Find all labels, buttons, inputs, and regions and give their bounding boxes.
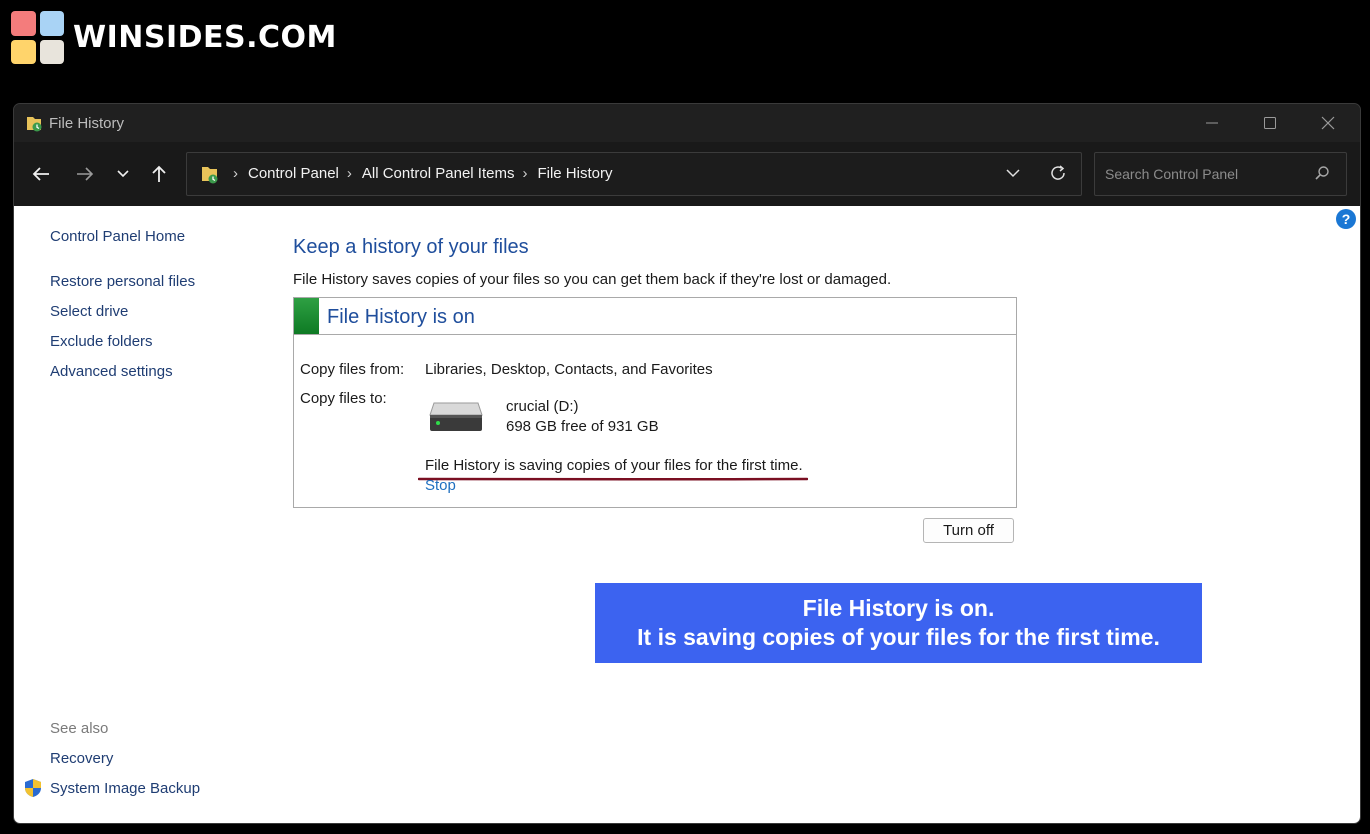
address-bar[interactable]: › Control Panel › All Control Panel Item… bbox=[186, 152, 1082, 196]
close-button[interactable] bbox=[1299, 104, 1357, 142]
title-bar: File History bbox=[14, 104, 1360, 142]
breadcrumb-separator: › bbox=[522, 165, 527, 182]
navigation-bar: › Control Panel › All Control Panel Item… bbox=[14, 142, 1360, 206]
content-area: ? Control Panel Home Restore personal fi… bbox=[14, 206, 1360, 823]
search-input[interactable]: Search Control Panel bbox=[1105, 166, 1238, 182]
turn-off-button[interactable]: Turn off bbox=[923, 518, 1014, 543]
file-history-window: File History bbox=[13, 103, 1361, 824]
logo-text: WINSIDES.COM bbox=[73, 20, 337, 55]
copy-from-label: Copy files from: bbox=[300, 361, 404, 378]
up-button[interactable] bbox=[146, 160, 172, 188]
logo-tile bbox=[40, 40, 65, 65]
sidebar-link-control-panel-home[interactable]: Control Panel Home bbox=[50, 228, 185, 245]
breadcrumb-all-items[interactable]: All Control Panel Items bbox=[362, 165, 515, 182]
winsides-logo: WINSIDES.COM bbox=[11, 11, 337, 64]
maximize-button[interactable] bbox=[1241, 104, 1299, 142]
copy-from-value: Libraries, Desktop, Contacts, and Favori… bbox=[425, 361, 713, 378]
breadcrumb-separator: › bbox=[347, 165, 352, 182]
page-description: File History saves copies of your files … bbox=[293, 271, 891, 288]
file-history-icon bbox=[26, 114, 42, 132]
minimize-button[interactable] bbox=[1183, 104, 1241, 142]
see-also-link-recovery[interactable]: Recovery bbox=[50, 750, 113, 767]
highlight-underline bbox=[418, 476, 808, 482]
see-also-label: See also bbox=[50, 720, 108, 737]
annotation-line-1: File History is on. bbox=[595, 594, 1202, 623]
status-indicator-bar bbox=[294, 298, 319, 334]
sidebar-link-advanced-settings[interactable]: Advanced settings bbox=[50, 363, 173, 380]
up-arrow-icon bbox=[151, 165, 167, 183]
see-also-link-system-image-backup[interactable]: System Image Backup bbox=[50, 780, 200, 797]
hard-drive-icon bbox=[428, 401, 484, 433]
annotation-line-2: It is saving copies of your files for th… bbox=[595, 623, 1202, 652]
annotation-banner: File History is on. It is saving copies … bbox=[595, 583, 1202, 663]
copy-to-label: Copy files to: bbox=[300, 390, 387, 407]
refresh-icon[interactable] bbox=[1049, 164, 1067, 182]
maximize-icon bbox=[1263, 116, 1277, 130]
page-title: Keep a history of your files bbox=[293, 236, 529, 259]
status-panel-header: File History is on bbox=[294, 298, 1016, 335]
breadcrumb-separator: › bbox=[233, 165, 238, 182]
breadcrumb-file-history[interactable]: File History bbox=[537, 165, 612, 182]
stop-link[interactable]: Stop bbox=[425, 477, 456, 494]
drive-free-space: 698 GB free of 931 GB bbox=[506, 418, 659, 435]
logo-tile bbox=[11, 40, 36, 65]
search-box[interactable]: Search Control Panel bbox=[1094, 152, 1347, 196]
logo-tile bbox=[11, 11, 36, 36]
recent-locations-button[interactable] bbox=[110, 160, 136, 188]
forward-arrow-icon bbox=[76, 166, 94, 182]
breadcrumb: › Control Panel › All Control Panel Item… bbox=[225, 165, 612, 182]
back-button[interactable] bbox=[28, 160, 54, 188]
help-icon[interactable]: ? bbox=[1336, 209, 1356, 229]
status-panel-title: File History is on bbox=[327, 306, 475, 329]
forward-button[interactable] bbox=[72, 160, 98, 188]
logo-mark bbox=[11, 11, 64, 64]
chevron-down-icon[interactable] bbox=[1005, 165, 1021, 181]
recent-locations-icon bbox=[116, 169, 130, 179]
breadcrumb-control-panel[interactable]: Control Panel bbox=[248, 165, 339, 182]
search-icon bbox=[1314, 165, 1330, 181]
status-message: File History is saving copies of your fi… bbox=[425, 457, 803, 474]
close-icon bbox=[1321, 116, 1335, 130]
back-arrow-icon bbox=[32, 166, 50, 182]
drive-name: crucial (D:) bbox=[506, 398, 579, 415]
sidebar-link-exclude-folders[interactable]: Exclude folders bbox=[50, 333, 153, 350]
control-panel-folder-icon bbox=[201, 164, 219, 184]
minimize-icon bbox=[1205, 116, 1219, 130]
logo-tile bbox=[40, 11, 65, 36]
sidebar-link-restore-personal-files[interactable]: Restore personal files bbox=[50, 273, 195, 290]
sidebar-link-select-drive[interactable]: Select drive bbox=[50, 303, 128, 320]
uac-shield-icon bbox=[23, 778, 43, 798]
window-title: File History bbox=[49, 115, 124, 132]
status-panel: File History is on Copy files from: Libr… bbox=[293, 297, 1017, 508]
